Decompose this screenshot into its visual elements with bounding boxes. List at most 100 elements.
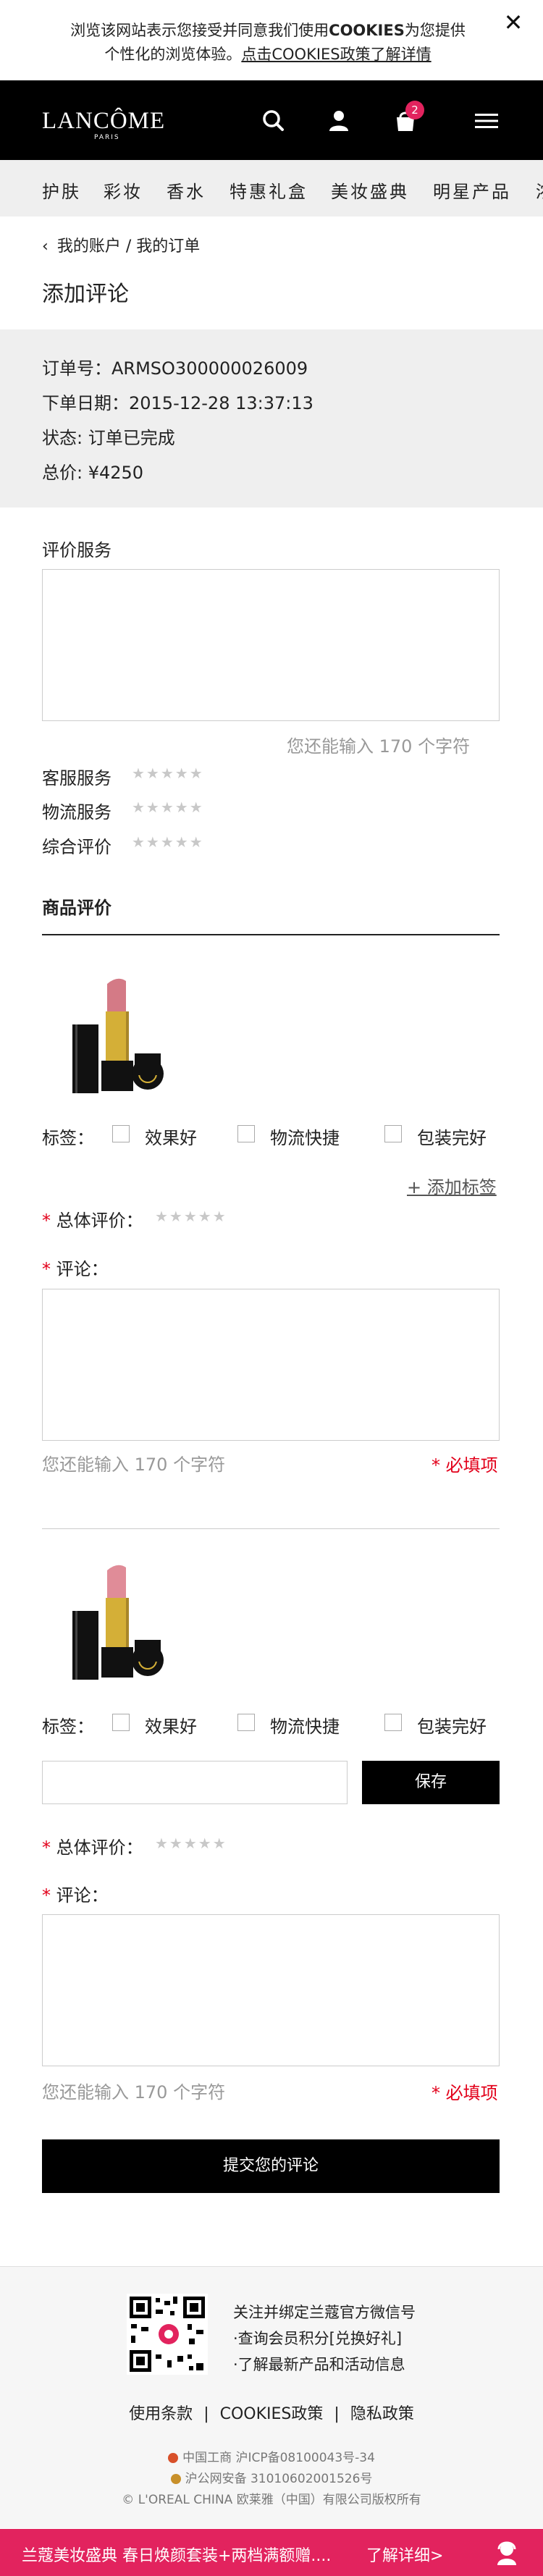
required-mark: * [42, 1885, 51, 1906]
comment-label-text: 评论： [56, 1885, 109, 1906]
cookie-policy-link[interactable]: 点击COOKIES政策了解详情 [241, 46, 431, 63]
order-status: 状态: 订单已完成 [42, 428, 175, 448]
tag-checkbox-shipping[interactable] [237, 1714, 255, 1731]
menu-icon[interactable] [472, 106, 501, 135]
tag-checkbox-effect[interactable] [112, 1714, 130, 1731]
promo-text: 兰蔻美妆盛典 春日焕颜套装+两档满额赠.... [22, 2547, 332, 2565]
icp-text-1: 中国工商 沪ICP备08100043号-34 [182, 2451, 375, 2465]
icp-line-1: 中国工商 沪ICP备08100043号-34 [0, 2448, 543, 2469]
breadcrumb-orders[interactable]: 我的订单 [136, 237, 200, 256]
category-nav: 护肤 彩妆 香水 特惠礼盒 美妆盛典 明星产品 浓 [0, 160, 543, 216]
wechat-line: ·了解最新产品和活动信息 [233, 2356, 405, 2373]
nav-item-gift-sets[interactable]: 特惠礼盒 [230, 177, 308, 203]
rating-label-logistics: 物流服务 [42, 802, 111, 822]
wechat-line: ·查询会员积分[兑换好礼] [233, 2330, 403, 2347]
rating-stars-overall[interactable]: ★★★★★ [132, 833, 204, 851]
product-rating-stars[interactable]: ★★★★★ [155, 1835, 227, 1852]
rating-label-overall: 综合评价 [42, 837, 111, 857]
tag-checkbox-packaging[interactable] [384, 1125, 402, 1142]
footer-legal: 中国工商 沪ICP备08100043号-34 沪公网安备 31010602001… [0, 2448, 543, 2511]
breadcrumb: ‹ 我的账户 / 我的订单 [42, 233, 200, 256]
tag-label-shipping: 物流快捷 [270, 1128, 340, 1148]
tag-checkbox-effect[interactable] [112, 1125, 130, 1142]
overall-rating-label: * 总体评价： [42, 1206, 143, 1232]
close-icon[interactable]: ✕ [501, 10, 526, 35]
rating-label-customer-service: 客服服务 [42, 768, 111, 788]
breadcrumb-account[interactable]: 我的账户 [57, 237, 121, 256]
order-summary: 订单号：ARMSO300000026009 下单日期：2015-12-28 13… [0, 329, 543, 508]
promo-link[interactable]: 了解详细> [366, 2543, 443, 2566]
footer-link-terms[interactable]: 使用条款 [129, 2405, 193, 2423]
submit-review-button[interactable]: 提交您的评论 [42, 2139, 500, 2193]
promo-bar[interactable]: 兰蔻美妆盛典 春日焕颜套装+两档满额赠.... 了解详细> [0, 2529, 543, 2576]
wechat-qr-code-icon [127, 2294, 208, 2375]
service-char-count: 您还能输入 170 个字符 [287, 736, 471, 757]
required-note: * 必填项 [432, 1455, 498, 1476]
cookie-word: COOKIES [329, 22, 405, 39]
product-comment-textarea[interactable] [42, 1914, 500, 2066]
wechat-line: 关注并绑定兰蔻官方微信号 [233, 2304, 416, 2321]
custom-tag-input[interactable] [42, 1761, 348, 1804]
overall-label-text: 总体评价： [56, 1211, 143, 1231]
tags-label: 标签： [42, 1717, 94, 1737]
required-mark: * [42, 1259, 51, 1279]
service-comment-textarea[interactable] [42, 569, 500, 721]
comment-label: * 评论： [42, 1881, 109, 1906]
required-note: * 必填项 [432, 2083, 498, 2103]
icp-text-2: 沪公网安备 31010602001526号 [185, 2472, 373, 2486]
footer-sep: | [203, 2405, 209, 2423]
page-title: 添加评论 [42, 282, 129, 307]
order-number: 订单号：ARMSO300000026009 [42, 358, 308, 379]
footer-links: 使用条款 | COOKIES政策 | 隐私政策 [0, 2401, 543, 2424]
tag-label-shipping: 物流快捷 [270, 1717, 340, 1737]
tags-label: 标签： [42, 1128, 94, 1148]
cookie-text-1-end: 为您提供 [404, 22, 466, 39]
tag-checkbox-shipping[interactable] [237, 1125, 255, 1142]
nav-item-makeup[interactable]: 彩妆 [104, 177, 143, 203]
tag-label-effect: 效果好 [145, 1128, 197, 1148]
badge-icon [168, 2453, 179, 2463]
product-divider [42, 1528, 500, 1529]
cookie-banner: 浏览该网站表示您接受并同意我们使用COOKIES为您提供 个性化的浏览体验。点击… [0, 0, 543, 80]
comment-label: * 评论： [42, 1255, 109, 1280]
search-icon[interactable] [259, 106, 288, 135]
comment-label-text: 评论： [56, 1259, 109, 1279]
cookie-text-1: 浏览该网站表示您接受并同意我们使用 [70, 22, 329, 39]
product-rating-stars[interactable]: ★★★★★ [155, 1208, 227, 1225]
site-footer: 关注并绑定兰蔻官方微信号 ·查询会员积分[兑换好礼] ·了解最新产品和活动信息 … [0, 2266, 543, 2528]
cookie-text: 浏览该网站表示您接受并同意我们使用COOKIES为您提供 个性化的浏览体验。点击… [43, 19, 492, 67]
nav-item-beauty-festival[interactable]: 美妆盛典 [331, 177, 409, 203]
service-title: 评价服务 [42, 540, 111, 560]
add-tag-link[interactable]: + 添加标签 [407, 1173, 497, 1198]
lipstick-image [72, 978, 164, 1093]
nav-item-bestsellers[interactable]: 明星产品 [433, 177, 511, 203]
footer-sep: | [334, 2405, 340, 2423]
tag-label-packaging: 包装完好 [417, 1717, 487, 1737]
order-date: 下单日期：2015-12-28 13:37:13 [42, 393, 313, 413]
footer-link-privacy[interactable]: 隐私政策 [350, 2405, 414, 2423]
product-char-count: 您还能输入 170 个字符 [42, 1455, 226, 1475]
nav-item-more[interactable]: 浓 [536, 177, 543, 203]
order-total: 总价: ¥4250 [42, 463, 144, 483]
logo[interactable]: LANCÔME [42, 108, 165, 135]
lipstick-image [72, 1565, 164, 1680]
cart-count-badge: 2 [405, 101, 424, 119]
site-header: LANCÔME PARIS 2 [0, 80, 543, 160]
rating-stars-customer-service[interactable]: ★★★★★ [132, 765, 204, 782]
rating-stars-logistics[interactable]: ★★★★★ [132, 799, 204, 816]
chevron-left-icon: ‹ [42, 237, 49, 256]
product-comment-textarea[interactable] [42, 1289, 500, 1441]
cookie-text-2: 个性化的浏览体验。 [104, 46, 242, 63]
nav-item-fragrance[interactable]: 香水 [167, 177, 206, 203]
service-agent-icon[interactable] [492, 2538, 521, 2567]
footer-link-cookies[interactable]: COOKIES政策 [220, 2405, 324, 2423]
nav-item-skincare[interactable]: 护肤 [42, 177, 81, 203]
copyright: © L'OREAL CHINA 欧莱雅（中国）有限公司版权所有 [122, 2493, 421, 2507]
required-mark: * [42, 1838, 51, 1858]
breadcrumb-sep: / [125, 237, 132, 256]
tag-label-effect: 效果好 [145, 1717, 197, 1737]
account-icon[interactable] [324, 106, 353, 135]
logo-sub: PARIS [94, 134, 120, 141]
save-tag-button[interactable]: 保存 [362, 1761, 500, 1804]
tag-checkbox-packaging[interactable] [384, 1714, 402, 1731]
